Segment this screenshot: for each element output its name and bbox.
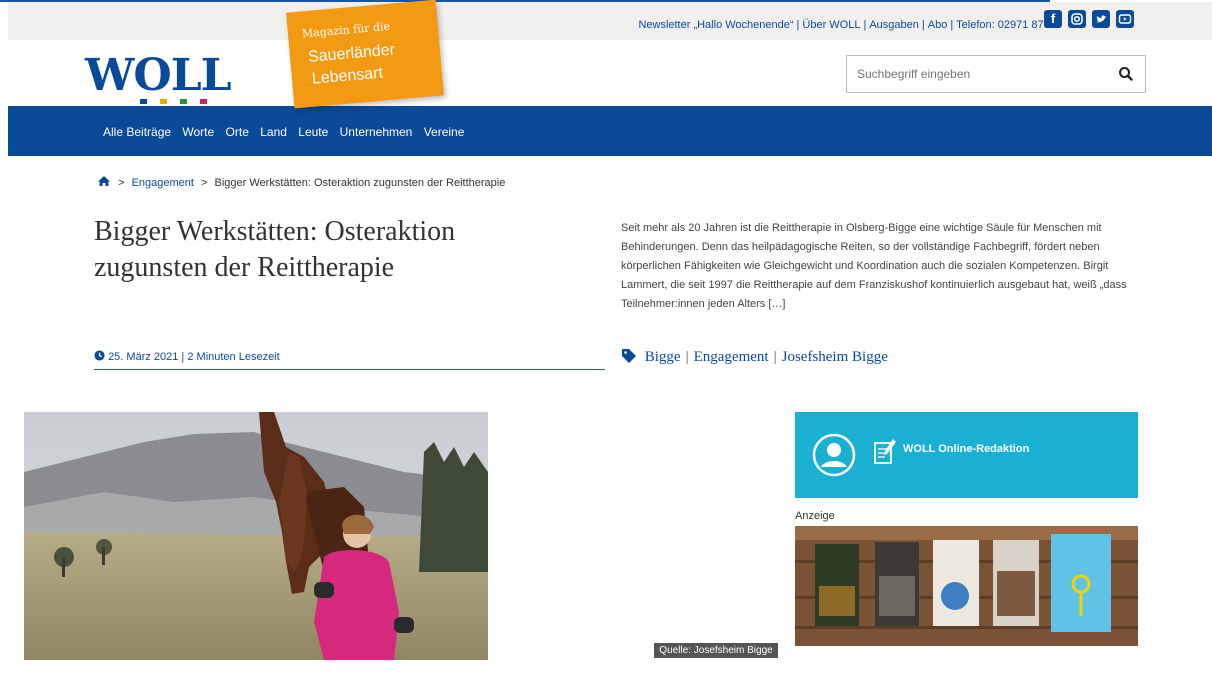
- tag-engagement[interactable]: Engagement: [694, 349, 769, 365]
- instagram-icon[interactable]: [1068, 10, 1086, 28]
- clock-icon: [94, 350, 105, 361]
- facebook-icon[interactable]: f: [1044, 10, 1062, 28]
- article-image: [24, 412, 488, 660]
- search-icon[interactable]: [1117, 65, 1135, 83]
- nav-item-land[interactable]: Land: [260, 125, 287, 139]
- nav-item-people[interactable]: Leute: [298, 125, 328, 139]
- breadcrumb-sep: >: [201, 177, 208, 189]
- nav-item-words[interactable]: Worte: [182, 125, 214, 139]
- user-avatar-icon: [812, 433, 856, 477]
- tagline-line3: Lebensart: [311, 64, 384, 88]
- breadcrumb-sep: >: [118, 177, 125, 189]
- article-meta: 25. März 2021 | 2 Minuten Lesezeit: [94, 350, 605, 370]
- ad-banner-books[interactable]: [795, 526, 1138, 646]
- youtube-icon[interactable]: [1116, 10, 1134, 28]
- ad-label: Anzeige: [795, 510, 835, 522]
- top-links: Newsletter „Hallo Wochenende“ | Über WOLL |…: [638, 19, 1062, 31]
- top-bar: Newsletter „Hallo Wochenende“ | Über WOLL |…: [8, 2, 1212, 40]
- tag-josefsheim-bigge[interactable]: Josefsheim Bigge: [782, 349, 888, 365]
- nav-item-all-posts[interactable]: Alle Beiträge: [103, 125, 171, 139]
- twitter-icon[interactable]: [1092, 10, 1110, 28]
- breadcrumb: > Engagement > Bigger Werkstätten: Oster…: [97, 175, 505, 189]
- article-title: Bigger Werkstätten: Osteraktion zugunste…: [94, 216, 456, 283]
- breadcrumb-category[interactable]: Engagement: [132, 177, 194, 189]
- author-box[interactable]: WOLL Online-Redaktion: [795, 412, 1138, 498]
- about-link[interactable]: Über WOLL: [802, 19, 860, 31]
- tagline-line2: Sauerländer: [307, 41, 396, 66]
- article-excerpt: Seit mehr als 20 Jahren ist die Reitther…: [621, 222, 1127, 310]
- tag-icon: [622, 349, 636, 363]
- magazine-tagline-badge: Magazin für die Sauerländer Lebensart: [286, 0, 444, 109]
- image-caption: Quelle: Josefsheim Bigge: [654, 643, 778, 658]
- nav-item-companies[interactable]: Unternehmen: [340, 125, 413, 139]
- article-tags: Bigge | Engagement | Josefsheim Bigge: [621, 348, 888, 366]
- main-nav: Alle Beiträge Worte Orte Land Leute Unte…: [8, 106, 1212, 156]
- author-name[interactable]: WOLL Online-Redaktion: [903, 443, 1029, 455]
- breadcrumb-current: Bigger Werkstätten: Osteraktion zugunste…: [214, 177, 506, 189]
- article-date: 25. März 2021 | 2 Minuten Lesezeit: [108, 351, 280, 363]
- search-input[interactable]: [857, 67, 1097, 81]
- site-header: WOLL: [8, 40, 1212, 106]
- newsletter-link[interactable]: Newsletter „Hallo Wochenende“: [638, 19, 793, 31]
- nav-item-clubs[interactable]: Vereine: [424, 125, 465, 139]
- search-box: [846, 55, 1146, 93]
- nav-item-places[interactable]: Orte: [226, 125, 249, 139]
- subscription-link[interactable]: Abo: [928, 19, 948, 31]
- issues-link[interactable]: Ausgaben: [869, 19, 919, 31]
- tag-bigge[interactable]: Bigge: [645, 349, 681, 365]
- tagline-line1: Magazin für die: [301, 19, 391, 41]
- home-icon[interactable]: [97, 175, 111, 187]
- edit-document-icon: [874, 439, 896, 464]
